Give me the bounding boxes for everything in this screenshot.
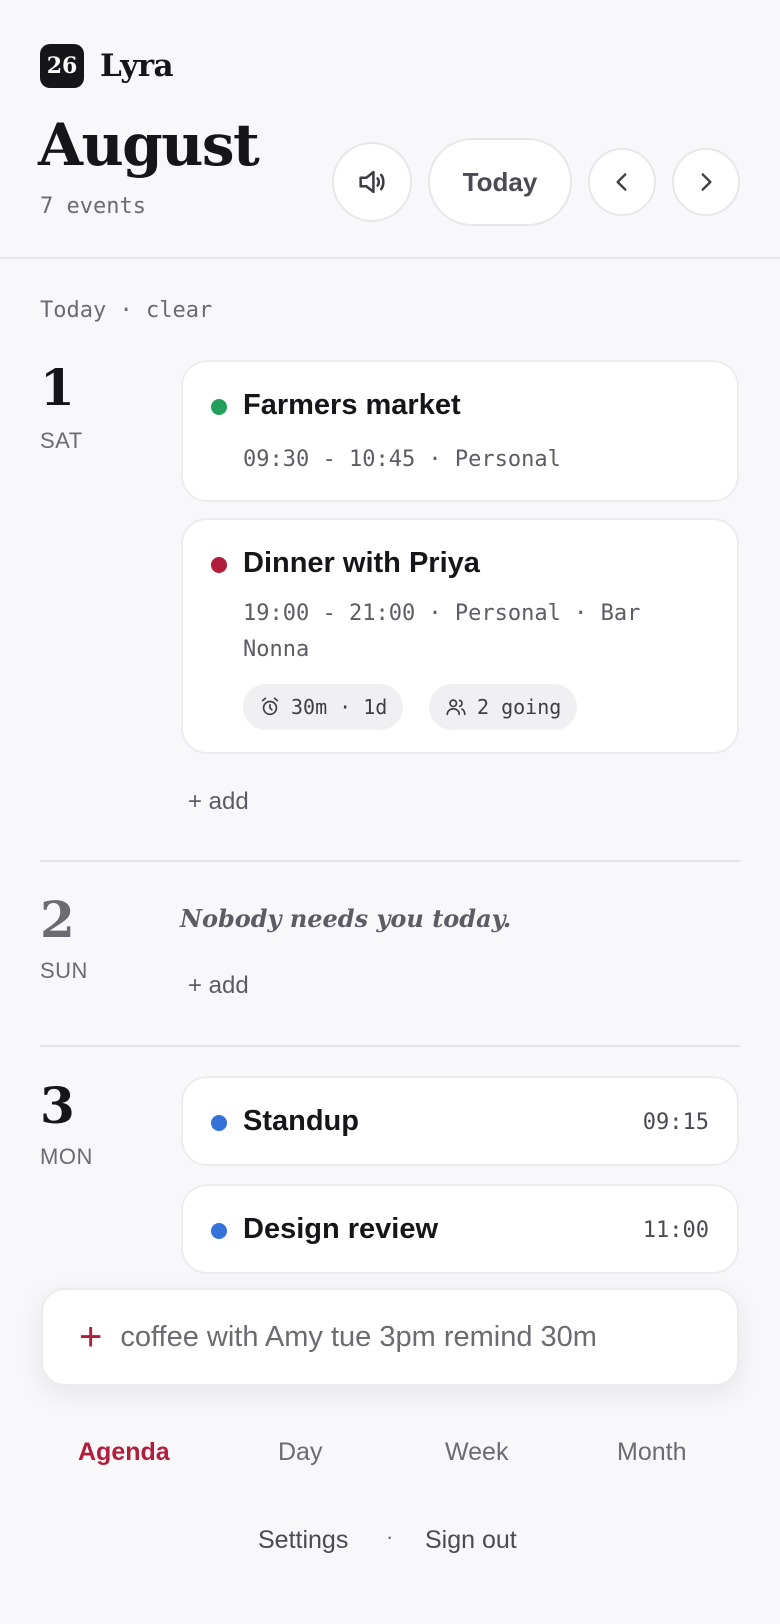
category-dot	[211, 557, 227, 573]
sound-button[interactable]	[332, 142, 412, 222]
event-title: Farmers market	[243, 389, 461, 421]
people-icon	[446, 699, 466, 716]
reminder-text: 30m · 1d	[291, 695, 388, 719]
day-name: SUN	[40, 958, 88, 983]
tab-month[interactable]: Month	[617, 1438, 686, 1467]
plus-icon[interactable]: +	[79, 1317, 102, 1357]
brand: 26 Lyra	[40, 44, 174, 88]
event-count: 7 events	[40, 194, 146, 219]
event-meta: 19:00 - 21:00 · Personal · Bar Nonna	[243, 601, 641, 662]
next-month-button[interactable]	[672, 148, 740, 216]
category-dot	[211, 399, 227, 415]
day-number: 3	[40, 1076, 75, 1135]
previous-month-button[interactable]	[588, 148, 656, 216]
event-time: 11:00	[642, 1218, 709, 1243]
alarm-icon	[261, 697, 279, 716]
event-time: 09:15	[642, 1110, 709, 1135]
event-meta: 09:30 - 10:45 · Personal	[243, 447, 561, 472]
category-dot	[211, 1115, 227, 1131]
today-button[interactable]: Today	[428, 138, 572, 226]
month-title: August	[38, 111, 260, 179]
tab-day[interactable]: Day	[278, 1438, 322, 1467]
reminder-chip: 30m · 1d	[243, 684, 404, 730]
event-card-standup[interactable]: Standup 09:15	[181, 1076, 739, 1166]
day-number: 2	[40, 890, 75, 949]
chevron-left-icon	[616, 173, 627, 191]
day-number: 1	[40, 358, 75, 417]
app-name: Lyra	[100, 48, 174, 84]
calendar-app: 26 Lyra August 7 events Today Today · cl…	[0, 0, 780, 1624]
event-card-dinner-with-priya[interactable]: Dinner with Priya 19:00 - 21:00 · Person…	[181, 518, 739, 754]
tab-agenda[interactable]: Agenda	[78, 1438, 170, 1467]
event-card-design-review[interactable]: Design review 11:00	[181, 1184, 739, 1274]
category-dot	[211, 1223, 227, 1239]
day-divider	[40, 860, 740, 862]
attendees-text: 2 going	[477, 695, 562, 719]
day-name: MON	[40, 1144, 93, 1169]
add-event-link[interactable]: + add	[188, 972, 249, 1000]
quick-add-bar: +	[41, 1288, 739, 1386]
header-divider	[0, 257, 780, 259]
quick-add-input[interactable]	[120, 1320, 681, 1354]
day-divider	[40, 1045, 740, 1047]
empty-day-note: Nobody needs you today.	[180, 904, 512, 933]
weather-summary: Today · clear	[40, 298, 213, 323]
add-event-link[interactable]: + add	[188, 788, 249, 816]
footer-separator: ·	[386, 1524, 394, 1549]
speaker-icon	[359, 170, 385, 194]
app-logo-badge: 26	[40, 44, 84, 88]
day-name: SAT	[40, 428, 83, 453]
event-title: Dinner with Priya	[243, 547, 480, 579]
sign-out-link[interactable]: Sign out	[425, 1526, 517, 1555]
tab-week[interactable]: Week	[445, 1438, 508, 1467]
attendees-chip: 2 going	[429, 684, 578, 730]
settings-link[interactable]: Settings	[258, 1526, 348, 1555]
event-title: Design review	[243, 1213, 439, 1245]
event-card-farmers-market[interactable]: Farmers market 09:30 - 10:45 · Personal	[181, 360, 739, 502]
chevron-right-icon	[701, 173, 712, 191]
event-title: Standup	[243, 1105, 359, 1137]
